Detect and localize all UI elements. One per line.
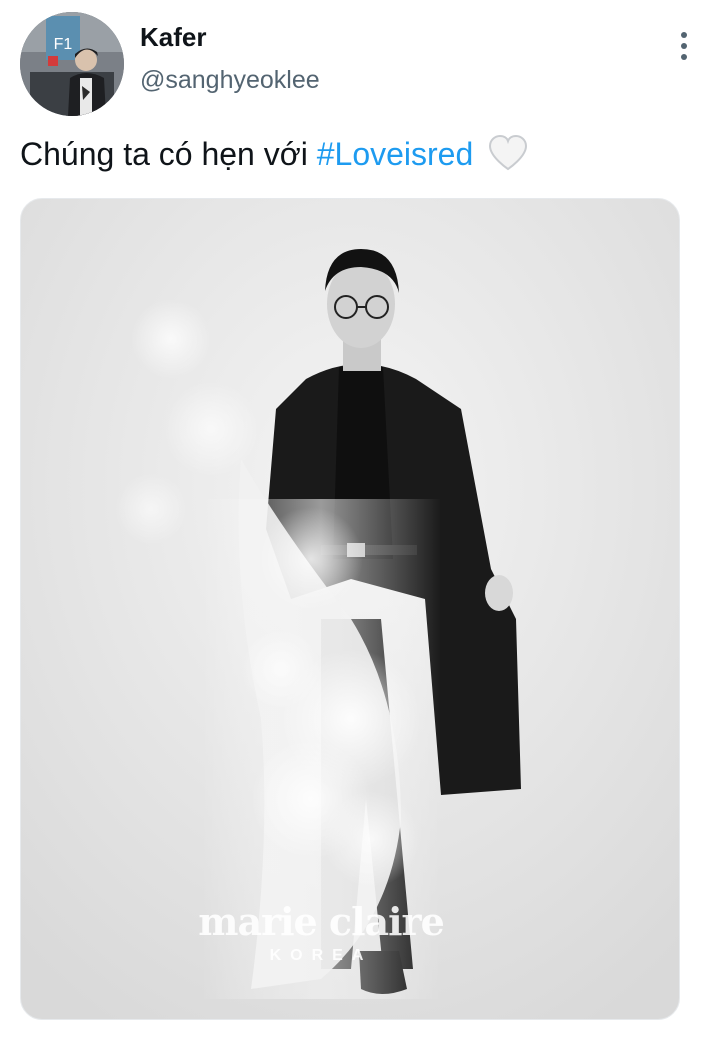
- tweet-body: Chúng ta có hẹn với: [20, 136, 308, 172]
- avatar[interactable]: F1: [20, 12, 124, 116]
- display-name[interactable]: Kafer: [140, 22, 206, 53]
- more-vertical-icon: [681, 32, 687, 38]
- watermark-sub: KOREA: [269, 947, 373, 964]
- tweet-text: Chúng ta có hẹn với #Loveisred: [20, 134, 528, 180]
- more-options-button[interactable]: [672, 26, 696, 66]
- tweet-photo[interactable]: marie claire KOREA: [20, 198, 680, 1020]
- avatar-sign-text: F1: [54, 36, 73, 53]
- tweet-card: F1 Kafer @sanghyeoklee Chúng ta có hẹn v…: [0, 0, 720, 1037]
- user-handle[interactable]: @sanghyeoklee: [140, 66, 320, 95]
- watermark-brand: marie claire: [198, 899, 445, 944]
- hashtag-link[interactable]: #Loveisred: [317, 136, 474, 172]
- white-heart-icon: [488, 134, 528, 180]
